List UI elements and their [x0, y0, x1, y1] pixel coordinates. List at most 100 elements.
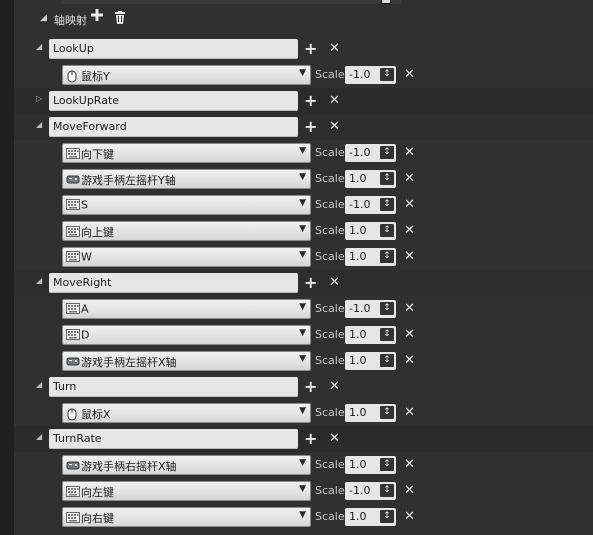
scale-input[interactable]: 1.0 ↕ — [345, 456, 396, 474]
add-key-icon[interactable]: + — [304, 41, 317, 57]
remove-key-icon[interactable]: ✕ — [404, 172, 415, 186]
scale-value: 1.0 — [349, 250, 367, 263]
key-selector[interactable]: D ▼ — [62, 325, 311, 345]
key-selector[interactable]: 鼠标X ▼ — [62, 403, 311, 423]
remove-key-icon[interactable]: ✕ — [404, 68, 415, 82]
remove-mapping-icon[interactable]: ✕ — [329, 276, 340, 290]
spinner-icon[interactable]: ↕ — [380, 510, 394, 523]
remove-mapping-icon[interactable]: ✕ — [329, 380, 340, 394]
axis-name-field[interactable]: TurnRate — [49, 429, 298, 449]
axis-name-field[interactable]: LookUpRate — [49, 91, 298, 111]
scale-input[interactable]: -1.0 ↕ — [345, 482, 396, 500]
spinner-icon[interactable]: ↕ — [380, 354, 394, 367]
key-label: 游戏手柄左摇杆X轴 — [81, 356, 177, 369]
remove-key-icon[interactable]: ✕ — [404, 328, 415, 342]
scale-input[interactable]: 1.0 ↕ — [345, 404, 396, 422]
scale-input[interactable]: -1.0 ↕ — [345, 300, 396, 318]
key-selector[interactable]: A ▼ — [62, 299, 311, 319]
spinner-icon[interactable]: ↕ — [380, 198, 394, 211]
axis-mapping-row: ◢ Turn + ✕ — [14, 374, 593, 400]
scale-value: 1.0 — [349, 406, 367, 419]
gamepad-icon — [66, 174, 80, 186]
scale-input[interactable]: 1.0 ↕ — [345, 508, 396, 526]
scale-input[interactable]: -1.0 ↕ — [345, 196, 396, 214]
spinner-icon[interactable]: ↕ — [380, 484, 394, 497]
remove-key-icon[interactable]: ✕ — [404, 354, 415, 368]
keyboard-icon — [66, 329, 80, 341]
scale-input[interactable]: 1.0 ↕ — [345, 170, 396, 188]
remove-key-icon[interactable]: ✕ — [404, 250, 415, 264]
dropdown-arrow-icon: ▼ — [299, 406, 306, 416]
add-key-icon[interactable]: + — [304, 93, 317, 109]
spinner-icon[interactable]: ↕ — [380, 146, 394, 159]
key-binding-row: 游戏手柄左摇杆Y轴 ▼ Scale 1.0 ↕ ✕ — [14, 166, 593, 192]
axis-mapping-row: ◢ MoveForward + ✕ — [14, 114, 593, 140]
key-selector[interactable]: W ▼ — [62, 247, 311, 267]
dropdown-arrow-icon: ▼ — [299, 510, 306, 520]
scale-input[interactable]: -1.0 ↕ — [345, 144, 396, 162]
scale-input[interactable]: 1.0 ↕ — [345, 326, 396, 344]
key-selector[interactable]: 游戏手柄左摇杆X轴 ▼ — [62, 351, 311, 371]
key-selector[interactable]: S ▼ — [62, 195, 311, 215]
axis-name-field[interactable]: LookUp — [49, 39, 298, 59]
key-selector[interactable]: 游戏手柄右摇杆X轴 ▼ — [62, 455, 311, 475]
collapse-arrow-icon[interactable]: ◢ — [40, 13, 47, 23]
key-selector[interactable]: 向上键 ▼ — [62, 221, 311, 241]
remove-mapping-icon[interactable]: ✕ — [329, 42, 340, 56]
add-key-icon[interactable]: + — [304, 379, 317, 395]
key-label: D — [81, 328, 90, 342]
spinner-icon[interactable]: ↕ — [380, 68, 394, 81]
spinner-icon[interactable]: ↕ — [380, 302, 394, 315]
expanded-arrow-icon[interactable]: ◢ — [36, 432, 42, 441]
scale-input[interactable]: 1.0 ↕ — [345, 352, 396, 370]
expanded-arrow-icon[interactable]: ◢ — [36, 276, 42, 285]
scale-label: Scale — [315, 224, 345, 237]
trash-icon[interactable] — [114, 11, 126, 27]
add-key-icon[interactable]: + — [304, 119, 317, 135]
scale-label: Scale — [315, 68, 345, 81]
add-mapping-icon[interactable] — [90, 8, 104, 25]
scale-value: -1.0 — [349, 302, 371, 315]
remove-mapping-icon[interactable]: ✕ — [329, 120, 340, 134]
remove-key-icon[interactable]: ✕ — [404, 510, 415, 524]
remove-key-icon[interactable]: ✕ — [404, 406, 415, 420]
remove-key-icon[interactable]: ✕ — [404, 458, 415, 472]
expanded-arrow-icon[interactable]: ◢ — [36, 42, 42, 51]
remove-key-icon[interactable]: ✕ — [404, 146, 415, 160]
remove-mapping-icon[interactable]: ✕ — [329, 432, 340, 446]
scale-input[interactable]: 1.0 ↕ — [345, 248, 396, 266]
remove-key-icon[interactable]: ✕ — [404, 198, 415, 212]
scale-input[interactable]: -1.0 ↕ — [345, 66, 396, 84]
key-selector[interactable]: 向左键 ▼ — [62, 481, 311, 501]
scale-input[interactable]: 1.0 ↕ — [345, 222, 396, 240]
remove-key-icon[interactable]: ✕ — [404, 484, 415, 498]
add-key-icon[interactable]: + — [304, 275, 317, 291]
spinner-icon[interactable]: ↕ — [380, 224, 394, 237]
key-binding-row: 鼠标X ▼ Scale 1.0 ↕ ✕ — [14, 400, 593, 426]
expanded-arrow-icon[interactable]: ◢ — [36, 120, 42, 129]
scale-label: Scale — [315, 172, 345, 185]
remove-mapping-icon[interactable]: ✕ — [329, 94, 340, 108]
axis-name-field[interactable]: Turn — [49, 377, 298, 397]
collapsed-arrow-icon[interactable]: ▷ — [36, 94, 42, 103]
key-selector[interactable]: 鼠标Y ▼ — [62, 65, 311, 85]
key-label: A — [81, 302, 89, 316]
spinner-icon[interactable]: ↕ — [380, 172, 394, 185]
remove-key-icon[interactable]: ✕ — [404, 224, 415, 238]
key-selector[interactable]: 向下键 ▼ — [62, 143, 311, 163]
spinner-icon[interactable]: ↕ — [380, 406, 394, 419]
axis-name-field[interactable]: MoveForward — [49, 117, 298, 137]
checkbox-partial[interactable] — [381, 0, 391, 4]
spinner-icon[interactable]: ↕ — [380, 328, 394, 341]
dropdown-arrow-icon: ▼ — [299, 224, 306, 234]
key-selector[interactable]: 游戏手柄左摇杆Y轴 ▼ — [62, 169, 311, 189]
keyboard-icon — [66, 199, 80, 211]
remove-key-icon[interactable]: ✕ — [404, 302, 415, 316]
axis-name-field[interactable]: MoveRight — [49, 273, 298, 293]
expanded-arrow-icon[interactable]: ◢ — [36, 380, 42, 389]
key-selector[interactable]: 向右键 ▼ — [62, 507, 311, 527]
spinner-icon[interactable]: ↕ — [380, 250, 394, 263]
add-key-icon[interactable]: + — [304, 431, 317, 447]
key-label: 向右键 — [81, 512, 114, 525]
spinner-icon[interactable]: ↕ — [380, 458, 394, 471]
